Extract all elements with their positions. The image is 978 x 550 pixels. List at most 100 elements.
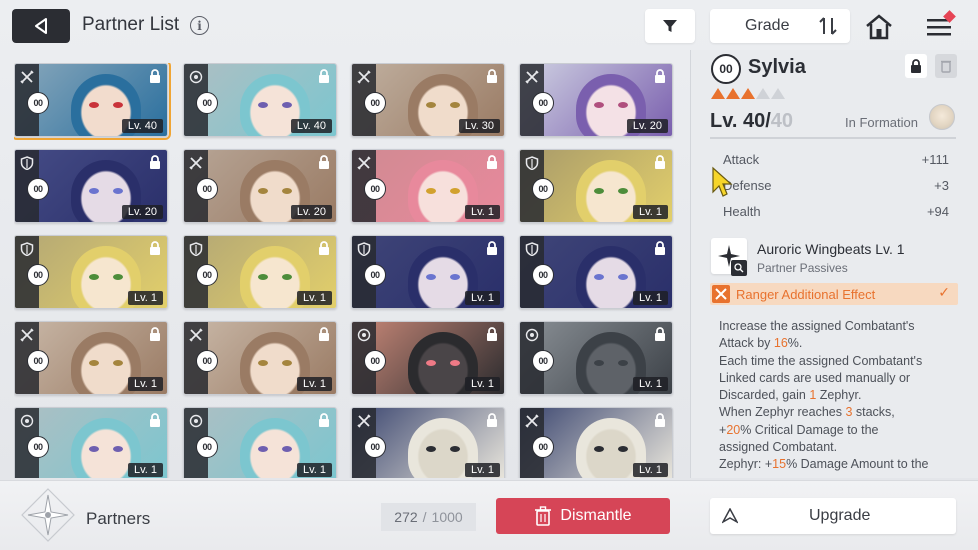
partner-card[interactable]: 00 Lv. 20 — [14, 149, 168, 223]
lock-icon — [654, 69, 666, 83]
mouse-cursor-icon — [712, 166, 733, 197]
target-class-icon — [18, 412, 36, 430]
shield-class-icon — [355, 240, 373, 258]
lock-icon — [654, 241, 666, 255]
card-level: Lv. 1 — [632, 205, 668, 219]
card-level: Lv. 1 — [296, 291, 332, 305]
partner-card[interactable]: 00 Lv. 40 — [183, 63, 337, 137]
card-level: Lv. 1 — [632, 377, 668, 391]
lock-icon — [318, 327, 330, 341]
card-level: Lv. 1 — [127, 291, 163, 305]
partner-card[interactable]: 00 Lv. 20 — [183, 149, 337, 223]
slot-icon: 00 — [532, 178, 554, 200]
trash-icon — [535, 506, 552, 526]
partner-card[interactable]: 00 Lv. 1 — [519, 407, 673, 478]
card-level: Lv. 1 — [464, 205, 500, 219]
home-icon — [866, 14, 892, 40]
slot-icon: 00 — [532, 436, 554, 458]
partner-card[interactable]: 00 Lv. 1 — [14, 321, 168, 395]
partner-card[interactable]: 00 Lv. 1 — [14, 235, 168, 309]
partner-card[interactable]: 00 Lv. 20 — [519, 63, 673, 137]
partner-card[interactable]: 00 Lv. 30 — [351, 63, 505, 137]
partner-card[interactable]: 00 Lv. 1 — [183, 321, 337, 395]
passive-description: Increase the assigned Combatant's Attack… — [719, 319, 929, 472]
grade-label: Grade — [745, 17, 790, 34]
rarity-triangle — [741, 88, 755, 99]
slot-icon: 00 — [196, 264, 218, 286]
dismantle-button[interactable]: Dismantle — [496, 498, 670, 534]
slot-icon: 00 — [364, 178, 386, 200]
slot-icon: 00 — [532, 264, 554, 286]
slot-icon: 00 — [196, 92, 218, 114]
back-button[interactable] — [12, 9, 70, 43]
home-button[interactable] — [864, 12, 894, 42]
upgrade-button[interactable]: Upgrade — [710, 498, 956, 534]
slot-icon: 00 — [27, 350, 49, 372]
partners-compass-icon — [21, 488, 75, 542]
card-level: Lv. 20 — [290, 205, 332, 219]
sword-class-icon — [187, 154, 205, 172]
partner-card[interactable]: 00 Lv. 1 — [519, 321, 673, 395]
menu-button[interactable] — [924, 10, 956, 42]
filter-icon — [663, 20, 677, 32]
partner-card[interactable]: 00 Lv. 1 — [183, 235, 337, 309]
lock-icon — [318, 241, 330, 255]
slot-icon: 00 — [364, 264, 386, 286]
lock-icon — [318, 69, 330, 83]
partner-card[interactable]: 00 Lv. 1 — [519, 235, 673, 309]
partner-card[interactable]: 00 Lv. 1 — [351, 235, 505, 309]
lock-icon — [486, 327, 498, 341]
card-level: Lv. 1 — [464, 463, 500, 477]
partner-card[interactable]: 00 Lv. 1 — [351, 149, 505, 223]
stat-row-health: Health +94 — [711, 200, 951, 224]
filter-button[interactable] — [645, 9, 695, 43]
stat-value: +3 — [934, 178, 949, 193]
card-level: Lv. 1 — [296, 463, 332, 477]
sort-grade-button[interactable]: Grade — [710, 9, 850, 43]
partner-card[interactable]: 00 Lv. 1 — [351, 321, 505, 395]
sort-order-icon[interactable] — [817, 15, 839, 37]
slot-icon: 00 — [27, 92, 49, 114]
lock-icon — [654, 155, 666, 169]
slot-icon: 00 — [27, 178, 49, 200]
upgrade-label: Upgrade — [809, 507, 871, 524]
upgrade-arrow-icon — [722, 508, 738, 524]
card-level: Lv. 40 — [290, 119, 332, 133]
partner-card[interactable]: 00 Lv. 1 — [351, 407, 505, 478]
rarity-triangle — [756, 88, 770, 99]
lock-toggle-button[interactable] — [905, 54, 927, 78]
slot-icon: 00 — [27, 436, 49, 458]
partner-card[interactable]: 00 Lv. 1 — [519, 149, 673, 223]
formation-avatar[interactable] — [929, 104, 955, 130]
stat-row-attack: Attack +111 — [711, 148, 951, 172]
lock-icon — [149, 69, 161, 83]
trash-icon — [941, 60, 951, 73]
partner-level: Lv. 40/40 — [710, 110, 794, 132]
sword-class-icon — [355, 154, 373, 172]
bottom-bar: Partners 272 / 1000 Dismantle Upgrade — [0, 480, 978, 550]
slot-icon: 00 — [196, 350, 218, 372]
magnify-icon[interactable] — [731, 260, 747, 276]
card-level: Lv. 20 — [626, 119, 668, 133]
slot-icon: 00 — [364, 436, 386, 458]
partner-details-panel: 00 Sylvia Lv. 40/40 In Formation Attack … — [690, 50, 978, 478]
count-current: 272 — [394, 509, 418, 525]
discard-button[interactable] — [935, 54, 957, 78]
card-level: Lv. 1 — [464, 377, 500, 391]
slot-icon: 00 — [364, 350, 386, 372]
partner-card[interactable]: 00 Lv. 40 — [14, 63, 171, 140]
partner-grid: 00 Lv. 40 00 Lv. 40 00 Lv. 30 00 Lv. 20 00 Lv. 20… — [14, 63, 674, 478]
lock-icon — [149, 241, 161, 255]
slot-icon: 00 — [196, 436, 218, 458]
slot-icon: 00 — [196, 178, 218, 200]
ranger-effect-bar[interactable]: Ranger Additional Effect ✓ — [710, 283, 958, 305]
partner-card[interactable]: 00 Lv. 1 — [14, 407, 168, 478]
info-icon[interactable]: i — [190, 16, 209, 35]
lock-icon — [318, 155, 330, 169]
stat-name: Health — [723, 204, 761, 219]
card-level: Lv. 30 — [458, 119, 500, 133]
partner-card[interactable]: 00 Lv. 1 — [183, 407, 337, 478]
slot-icon: 00 — [532, 92, 554, 114]
slot-icon: 00 — [27, 264, 49, 286]
rarity-rating — [711, 88, 785, 99]
